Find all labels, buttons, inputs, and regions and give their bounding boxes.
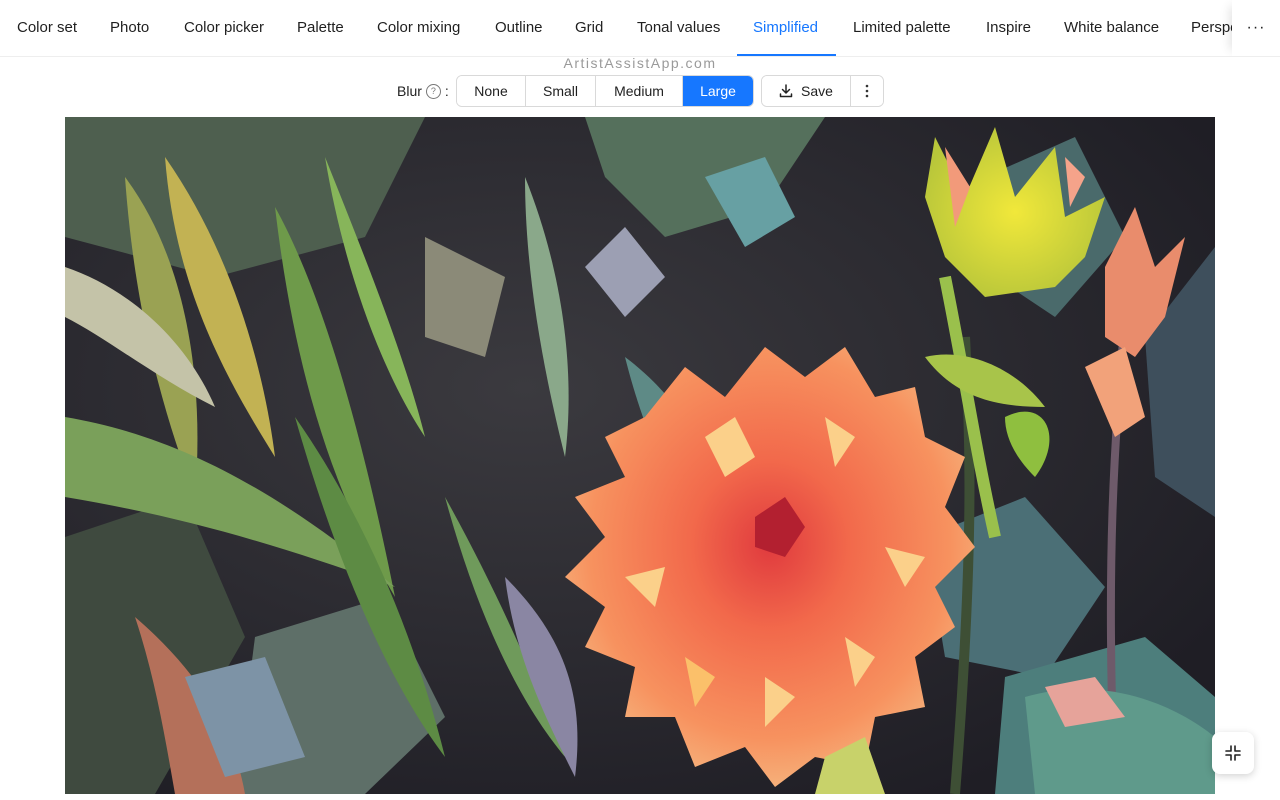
- tab-tonal-values[interactable]: Tonal values: [637, 0, 720, 56]
- tab-bar: Color set Photo Color picker Palette Col…: [0, 0, 1280, 57]
- blur-option-small[interactable]: Small: [526, 76, 596, 106]
- blur-option-medium[interactable]: Medium: [596, 76, 683, 106]
- question-circle-icon[interactable]: ?: [425, 83, 441, 99]
- blur-segmented-control: None Small Medium Large: [456, 75, 754, 107]
- tab-simplified[interactable]: Simplified: [753, 0, 818, 56]
- download-icon: [779, 84, 793, 98]
- more-options-button[interactable]: [851, 76, 883, 106]
- exit-fullscreen-button[interactable]: [1212, 732, 1254, 774]
- exit-fullscreen-icon: [1225, 745, 1241, 761]
- dahlia-painting: [65, 117, 1215, 794]
- tab-grid[interactable]: Grid: [575, 0, 603, 56]
- blur-option-none[interactable]: None: [457, 76, 526, 106]
- blur-label-colon: :: [444, 83, 449, 99]
- blur-label-text: Blur: [397, 83, 422, 99]
- tab-inspire[interactable]: Inspire: [986, 0, 1031, 56]
- more-vertical-icon: [865, 84, 869, 98]
- tab-white-balance[interactable]: White balance: [1064, 0, 1159, 56]
- watermark: ArtistAssistApp.com: [563, 55, 717, 71]
- tab-photo[interactable]: Photo: [110, 0, 149, 56]
- tab-color-picker[interactable]: Color picker: [184, 0, 264, 56]
- save-button[interactable]: Save: [762, 76, 851, 106]
- tab-color-mixing[interactable]: Color mixing: [377, 0, 460, 56]
- blur-option-large[interactable]: Large: [683, 76, 753, 106]
- save-button-label: Save: [801, 83, 833, 99]
- ellipsis-icon: ···: [1246, 19, 1266, 36]
- tab-outline[interactable]: Outline: [495, 0, 543, 56]
- tab-color-set[interactable]: Color set: [17, 0, 77, 56]
- simplified-image[interactable]: [65, 117, 1215, 794]
- save-button-group: Save: [761, 75, 884, 107]
- tab-limited-palette[interactable]: Limited palette: [853, 0, 951, 56]
- blur-label: Blur ? :: [397, 82, 449, 100]
- more-tabs-button[interactable]: ···: [1232, 0, 1280, 56]
- tab-palette[interactable]: Palette: [297, 0, 344, 56]
